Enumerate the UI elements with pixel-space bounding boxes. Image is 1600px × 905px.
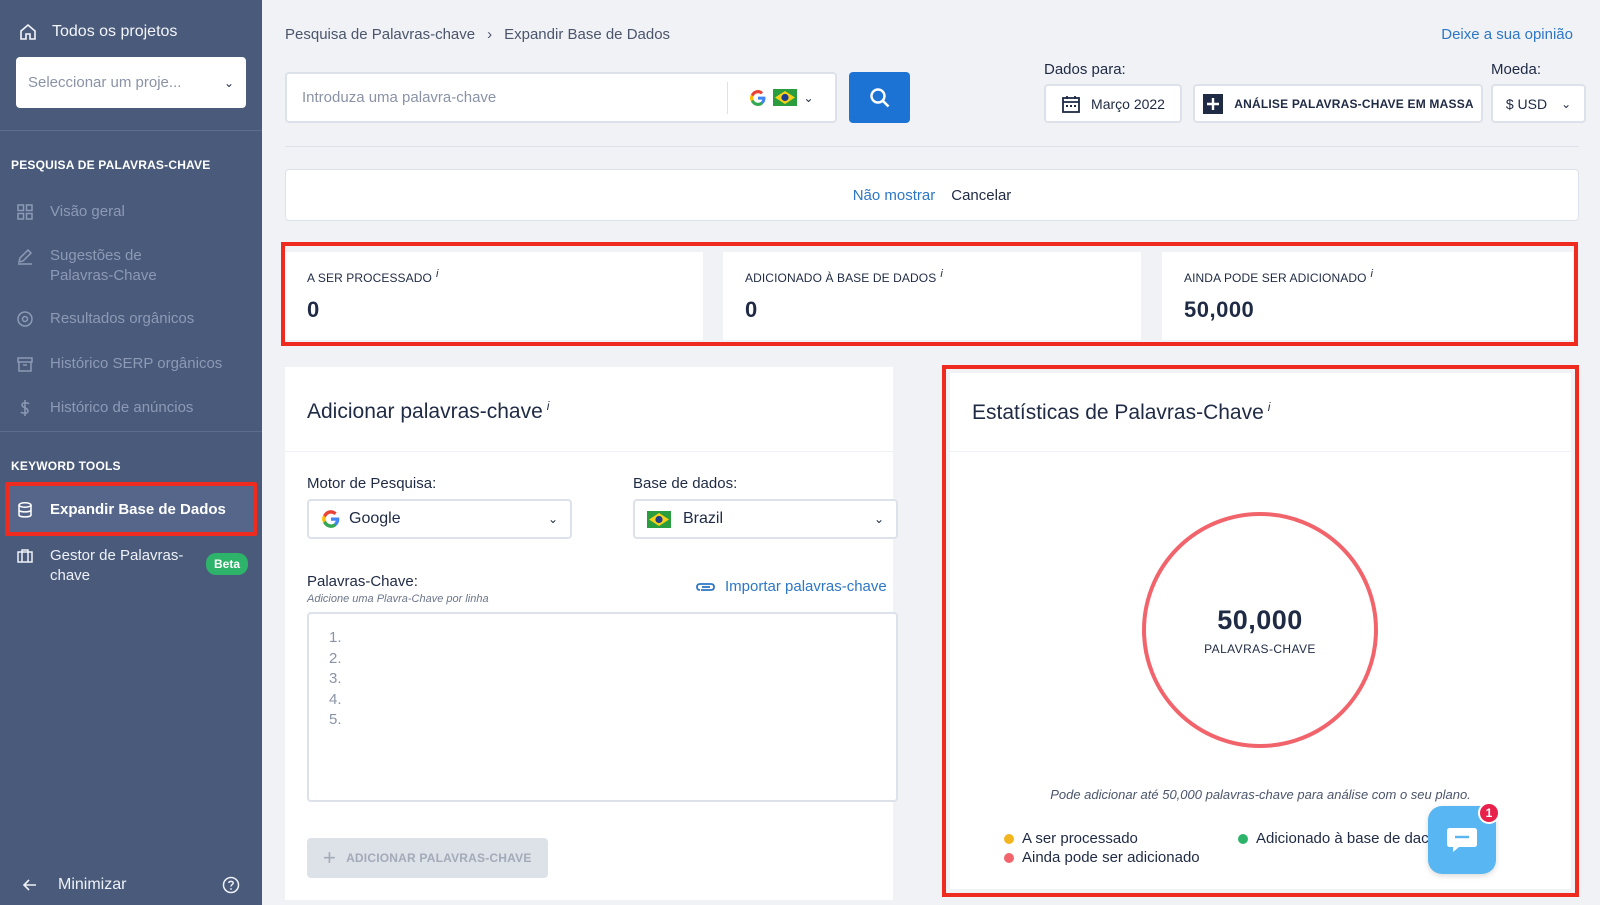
sidebar-item-keyword-suggestions[interactable]: Sugestões de Palavras-Chave: [16, 246, 206, 286]
chevron-down-icon: ⌄: [1561, 96, 1572, 111]
pencil-icon: [17, 248, 33, 265]
keywords-textarea[interactable]: 1. 2. 3. 4. 5.: [307, 612, 898, 802]
sidebar-item-label: Sugestões de Palavras-Chave: [50, 247, 157, 284]
sidebar-item-label: Visão geral: [50, 203, 125, 220]
date-value: Março 2022: [1091, 95, 1165, 112]
search-icon: [869, 87, 889, 107]
sidebar-item-keyword-manager[interactable]: Gestor de Palavras-chave: [16, 546, 196, 586]
google-icon: [750, 89, 766, 106]
sidebar-item-label: Histórico de anúncios: [50, 399, 194, 416]
brazil-flag-icon: [773, 89, 798, 106]
home-icon: [20, 23, 36, 40]
keywords-hint: Adicione uma Plavra-Chave por linha: [307, 593, 489, 605]
sidebar-item-label: Histórico SERP orgânicos: [50, 355, 223, 372]
line-number: 4.: [329, 690, 342, 708]
line-number: 2.: [329, 649, 342, 667]
add-keywords-label: ADICIONAR PALAVRAS-CHAVE: [346, 851, 532, 865]
project-select-placeholder: Seleccionar um proje...: [28, 74, 182, 91]
panel-title: Adicionar palavras-chave: [307, 400, 543, 423]
section-heading-keyword-tools: KEYWORD TOOLS: [11, 459, 121, 473]
bulk-analysis-button[interactable]: ANÁLISE PALAVRAS-CHAVE EM MASSA: [1193, 84, 1483, 123]
panel-header: Adicionar palavras-chave i: [285, 367, 893, 452]
sidebar-item-label: Gestor de Palavras-chave: [50, 547, 184, 584]
keywords-label: Palavras-Chave:: [307, 573, 418, 590]
database-select[interactable]: Brazil ⌄: [633, 499, 898, 539]
line-number: 3.: [329, 670, 342, 687]
chevron-down-icon: ⌄: [803, 90, 814, 105]
sidebar-divider: [0, 130, 262, 131]
chevron-down-icon: ⌄: [223, 75, 234, 90]
chevron-down-icon: ⌄: [547, 512, 558, 526]
keyword-search-input[interactable]: Introduza uma palavra-chave: [287, 89, 727, 106]
breadcrumb-separator-icon: ›: [487, 26, 493, 43]
database-icon: [18, 502, 32, 518]
sidebar-item-label: Expandir Base de Dados: [50, 501, 226, 518]
breadcrumb-item[interactable]: Pesquisa de Palavras-chave: [285, 26, 475, 43]
all-projects-link[interactable]: Todos os projetos: [18, 22, 177, 42]
briefcase-icon: [17, 549, 33, 563]
sidebar-item-organic-serp-history[interactable]: Histórico SERP orgânicos: [16, 354, 222, 374]
currency-value: $ USD: [1505, 95, 1548, 112]
plus-icon: +: [323, 845, 337, 870]
arrow-left-icon: [22, 879, 36, 891]
sidebar-item-overview[interactable]: Visão geral: [16, 202, 125, 222]
cancel-link[interactable]: Cancelar: [951, 187, 1011, 204]
currency-select[interactable]: $ USD ⌄: [1491, 84, 1586, 123]
engine-value: Google: [349, 510, 401, 527]
import-keywords-label: Importar palavras-chave: [725, 578, 887, 595]
line-number: 5.: [329, 711, 342, 728]
feedback-link[interactable]: Deixe a sua opinião: [1441, 26, 1573, 43]
data-for-label: Dados para:: [1044, 61, 1126, 78]
add-box-icon: [1203, 93, 1224, 114]
minimize-sidebar[interactable]: Minimizar: [22, 876, 240, 894]
sidebar-divider: [0, 431, 262, 432]
breadcrumb-item-current: Expandir Base de Dados: [504, 26, 671, 43]
paperclip-icon: [696, 582, 715, 591]
sidebar-item-ads-history[interactable]: Histórico de anúncios: [16, 398, 193, 418]
dont-show-link[interactable]: Não mostrar: [853, 187, 936, 204]
dollar-icon: [20, 400, 30, 416]
sidebar: Todos os projetos Seleccionar um proje..…: [0, 0, 262, 905]
calendar-icon: [1062, 95, 1080, 113]
engine-country-select[interactable]: ⌄: [727, 81, 835, 114]
keyword-search-field[interactable]: Introduza uma palavra-chave ⌄: [285, 72, 837, 123]
help-icon[interactable]: [222, 876, 240, 894]
sidebar-item-expand-database[interactable]: Expandir Base de Dados: [16, 500, 226, 520]
archive-icon: [17, 357, 33, 372]
add-keywords-button[interactable]: + ADICIONAR PALAVRAS-CHAVE: [307, 838, 548, 878]
beta-badge: Beta: [206, 553, 249, 575]
currency-label: Moeda:: [1491, 61, 1542, 78]
grid-icon: [17, 204, 33, 220]
date-picker-button[interactable]: Março 2022: [1044, 84, 1182, 123]
search-button[interactable]: [849, 72, 910, 123]
target-icon: [17, 311, 33, 327]
info-icon[interactable]: i: [547, 399, 550, 413]
section-heading-keyword-research: PESQUISA DE PALAVRAS-CHAVE: [11, 158, 211, 172]
bulk-analysis-label: ANÁLISE PALAVRAS-CHAVE EM MASSA: [1234, 96, 1474, 111]
minimize-label: Minimizar: [58, 876, 127, 893]
sidebar-item-label: Resultados orgânicos: [50, 310, 195, 327]
all-projects-label: Todos os projetos: [52, 23, 178, 40]
engine-label: Motor de Pesquisa:: [307, 475, 437, 492]
line-number: 1.: [329, 629, 342, 646]
breadcrumb: Pesquisa de Palavras-chave › Expandir Ba…: [285, 26, 670, 43]
import-keywords-link[interactable]: Importar palavras-chave: [695, 578, 887, 595]
engine-select[interactable]: Google ⌄: [307, 499, 572, 539]
stats-panel-highlight-frame: [942, 365, 1579, 897]
sidebar-item-organic-results[interactable]: Resultados orgânicos: [16, 309, 194, 329]
notice-bar: Não mostrar Cancelar: [285, 169, 1579, 221]
google-icon: [322, 510, 340, 528]
brazil-flag-icon: [647, 510, 671, 528]
project-select[interactable]: Seleccionar um proje... ⌄: [16, 57, 246, 108]
add-keywords-panel: Adicionar palavras-chave i Motor de Pesqu…: [285, 367, 898, 900]
database-value: Brazil: [683, 510, 724, 527]
header-divider: [285, 146, 1579, 147]
stats-highlight-frame: [281, 242, 1578, 346]
chevron-down-icon: ⌄: [873, 512, 884, 526]
database-label: Base de dados:: [633, 475, 738, 492]
